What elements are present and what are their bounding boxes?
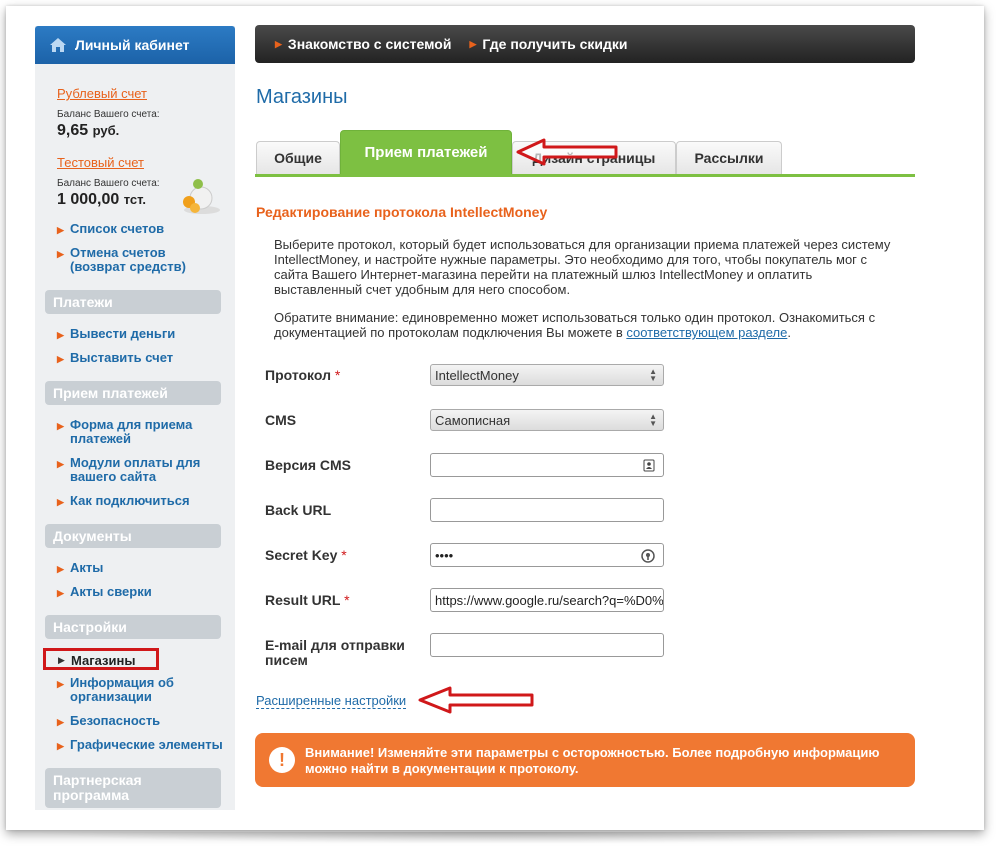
arrow-right-icon: ▶ — [57, 354, 64, 364]
notice-text: Обратите внимание: единовременно может и… — [274, 310, 876, 340]
key-icon — [641, 549, 655, 563]
sidebar-item-withdraw[interactable]: ▶ Вывести деньги — [57, 327, 175, 342]
arrow-right-icon: ▶ — [57, 249, 64, 259]
nav-intro[interactable]: ▶ Знакомство с системой — [275, 36, 451, 52]
result-url-label: Result URL * — [265, 592, 350, 608]
sidebar-item-security[interactable]: ▶ Безопасность — [57, 714, 160, 729]
annotation-arrow-icon — [418, 686, 534, 714]
sidebar-item-issue-invoice[interactable]: ▶ Выставить счет — [57, 351, 173, 366]
test-account-link[interactable]: Тестовый счет — [57, 155, 144, 170]
warning-icon: ! — [269, 747, 295, 773]
ruble-amount: 9,65 — [57, 122, 89, 139]
arrow-right-icon: ▶ — [57, 497, 64, 507]
sidebar-item-organization[interactable]: ▶ Информация об организации — [57, 676, 200, 704]
sidebar-title: Личный кабинет — [75, 37, 190, 53]
arrow-right-icon: ▶ — [58, 655, 65, 665]
section-partner[interactable]: Партнерская программа — [45, 768, 221, 808]
ruble-account-link[interactable]: Рублевый счет — [57, 86, 147, 101]
sidebar-item-refunds[interactable]: ▶ Отмена счетов (возврат средств) — [57, 246, 200, 274]
cms-label: CMS — [265, 412, 297, 428]
result-url-input[interactable]: https://www.google.ru/search?q=%D0% — [430, 588, 664, 612]
test-amount: 1 000,00 — [57, 191, 120, 208]
sidebar-item-how-to-connect[interactable]: ▶ Как подключиться — [57, 494, 190, 509]
section-payments: Платежи — [45, 290, 221, 314]
back-url-label: Back URL — [265, 502, 332, 518]
tab-general[interactable]: Общие — [256, 141, 340, 174]
nav-discounts[interactable]: ▶ Где получить скидки — [469, 36, 627, 52]
arrow-right-icon: ▶ — [57, 330, 64, 340]
section-settings: Настройки — [45, 615, 221, 639]
ruble-balance: 9,65 руб. — [57, 122, 119, 140]
warning-banner: ! Внимание! Изменяйте эти параметры с ос… — [255, 733, 915, 787]
page-title: Магазины — [256, 86, 348, 108]
arrow-right-icon: ▶ — [57, 679, 64, 689]
sidebar-item-reconciliation[interactable]: ▶ Акты сверки — [57, 585, 152, 600]
arrow-right-icon: ▶ — [57, 741, 64, 751]
home-icon — [50, 38, 66, 52]
arrow-right-icon: ▶ — [57, 717, 64, 727]
docs-link[interactable]: соответствующем разделе — [626, 325, 787, 340]
back-url-input[interactable] — [430, 498, 664, 522]
protocol-label: Протокол * — [265, 367, 341, 383]
tab-accept-payments[interactable]: Прием платежей — [340, 130, 512, 175]
sidebar-item-payment-modules[interactable]: ▶ Модули оплаты для вашего сайта — [57, 456, 210, 484]
sidebar-item-invoices[interactable]: ▶ Список счетов — [57, 222, 164, 237]
sidebar: Личный кабинет Рублевый счет Баланс Ваше… — [35, 26, 235, 810]
section-heading: Редактирование протокола IntellectMoney — [256, 204, 548, 220]
cms-select[interactable]: Самописная ▲ ▼ — [430, 409, 664, 431]
test-currency: тст. — [123, 192, 146, 207]
tab-mailings[interactable]: Рассылки — [676, 141, 782, 174]
secret-key-label: Secret Key * — [265, 547, 347, 563]
arrow-right-icon: ▶ — [469, 38, 477, 49]
ruble-balance-note: Баланс Вашего счета: — [57, 109, 160, 120]
advanced-settings-link[interactable]: Расширенные настройки — [256, 694, 407, 709]
arrow-right-icon: ▶ — [57, 588, 64, 598]
coins-icon — [183, 179, 220, 214]
arrow-right-icon: ▶ — [57, 564, 64, 574]
arrow-right-icon: ▶ — [57, 225, 64, 235]
ruble-currency: руб. — [92, 123, 120, 138]
annotation-arrow-icon — [516, 138, 618, 166]
tabs-underline — [255, 174, 915, 177]
section-documents: Документы — [45, 524, 221, 548]
sidebar-header[interactable]: Личный кабинет — [35, 26, 235, 64]
cms-version-label: Версия CMS — [265, 457, 352, 473]
sidebar-item-payment-form[interactable]: ▶ Форма для приема платежей — [57, 418, 200, 446]
test-balance: 1 000,00 тст. — [57, 191, 146, 209]
arrow-right-icon: ▶ — [275, 38, 282, 49]
updown-icon: ▲ ▼ — [649, 412, 657, 428]
arrow-right-icon: ▶ — [57, 459, 64, 469]
cms-version-input[interactable] — [430, 453, 664, 477]
intro-text: Выберите протокол, который будет использ… — [274, 237, 891, 297]
sidebar-item-shops[interactable]: ▶ Магазины — [43, 648, 159, 670]
sidebar-item-acts[interactable]: ▶ Акты — [57, 561, 103, 576]
email-label: E-mail для отправки писем — [265, 637, 405, 668]
updown-icon: ▲ ▼ — [649, 367, 657, 383]
frame-shadow — [30, 832, 960, 844]
warning-text: Внимание! Изменяйте эти параметры с осто… — [305, 745, 880, 776]
protocol-select[interactable]: IntellectMoney ▲ ▼ — [430, 364, 664, 386]
secret-key-input[interactable]: •••• — [430, 543, 664, 567]
arrow-right-icon: ▶ — [57, 421, 64, 431]
email-input[interactable] — [430, 633, 664, 657]
top-navigation: ▶ Знакомство с системой ▶ Где получить ски… — [255, 25, 915, 63]
sidebar-item-graphics[interactable]: ▶ Графические элементы — [57, 738, 223, 753]
section-accept-payments: Прием платежей — [45, 381, 221, 405]
contact-card-icon — [643, 459, 655, 472]
test-balance-note: Баланс Вашего счета: — [57, 178, 160, 189]
